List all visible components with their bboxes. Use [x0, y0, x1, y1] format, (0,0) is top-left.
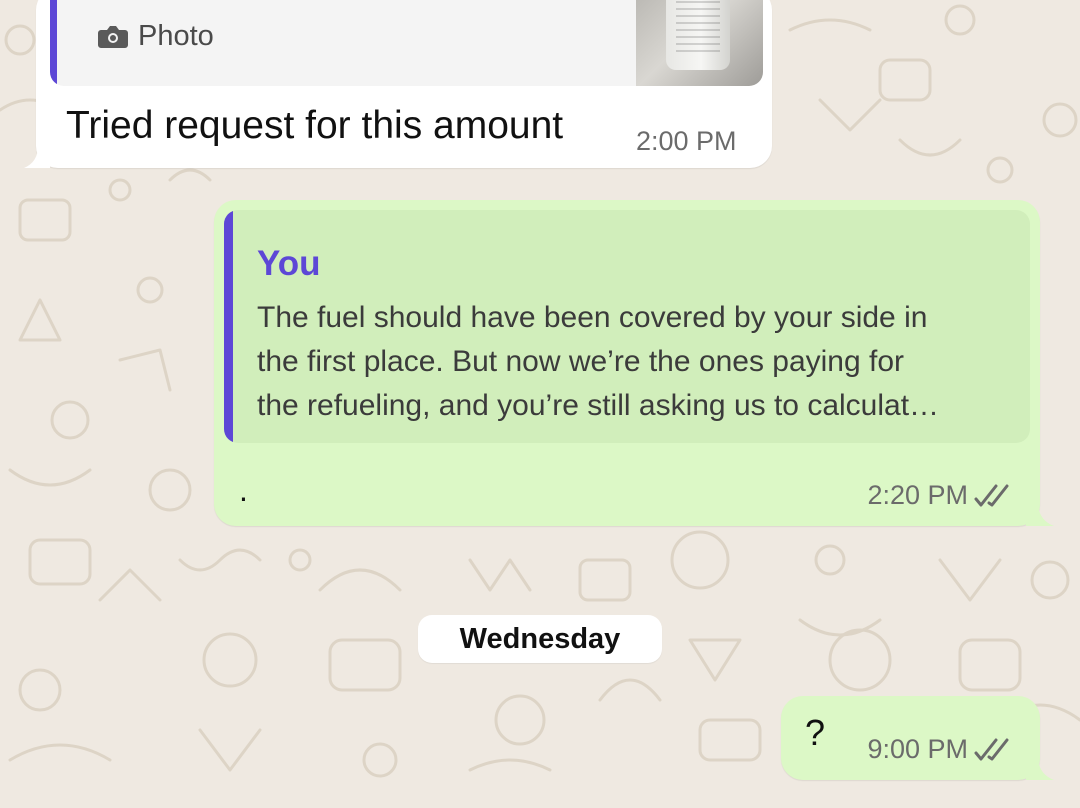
incoming-message-time: 2:00 PM: [636, 126, 737, 156]
read-receipt-double-check-icon: [974, 484, 1009, 507]
outgoing-message-time: 2:20 PM: [867, 480, 968, 510]
quoted-photo-thumbnail[interactable]: [636, 0, 763, 86]
quoted-message-text: The fuel should have been covered by you…: [257, 296, 1027, 428]
chat-thread: Photo Tried request for this amount 2:00…: [0, 0, 1080, 808]
outgoing-message-text: .: [239, 472, 248, 508]
quoted-photo-label-row: Photo: [98, 18, 214, 54]
quote-accent-bar: [224, 210, 233, 443]
quoted-message-line: The fuel should have been covered by you…: [257, 301, 928, 334]
quoted-photo-label: Photo: [138, 19, 214, 52]
bubble-tail: [1026, 502, 1054, 526]
date-separator: Wednesday: [418, 615, 662, 663]
quoted-message-line: the refueling, and you’re still asking u…: [257, 389, 940, 422]
outgoing-message-bubble[interactable]: ? 9:00 PM: [781, 696, 1054, 780]
bubble-tail: [24, 146, 50, 168]
bubble-tail: [1026, 756, 1054, 780]
quoted-message-author: You: [257, 244, 321, 283]
outgoing-message-bubble[interactable]: You The fuel should have been covered by…: [214, 200, 1054, 526]
read-receipt-double-check-icon: [974, 738, 1009, 761]
quoted-message-line: the first place. But now we’re the ones …: [257, 345, 905, 378]
thumbnail-label: [676, 0, 720, 54]
outgoing-message-text: ?: [805, 712, 826, 753]
quoted-message[interactable]: You The fuel should have been covered by…: [224, 210, 1030, 443]
quoted-photo-reply[interactable]: Photo: [50, 0, 763, 86]
camera-icon: [98, 26, 128, 48]
incoming-message-text: Tried request for this amount: [66, 104, 564, 147]
incoming-message-bubble[interactable]: Photo Tried request for this amount 2:00…: [24, 0, 772, 168]
outgoing-message-time: 9:00 PM: [867, 734, 968, 764]
quote-accent-bar: [50, 0, 57, 86]
